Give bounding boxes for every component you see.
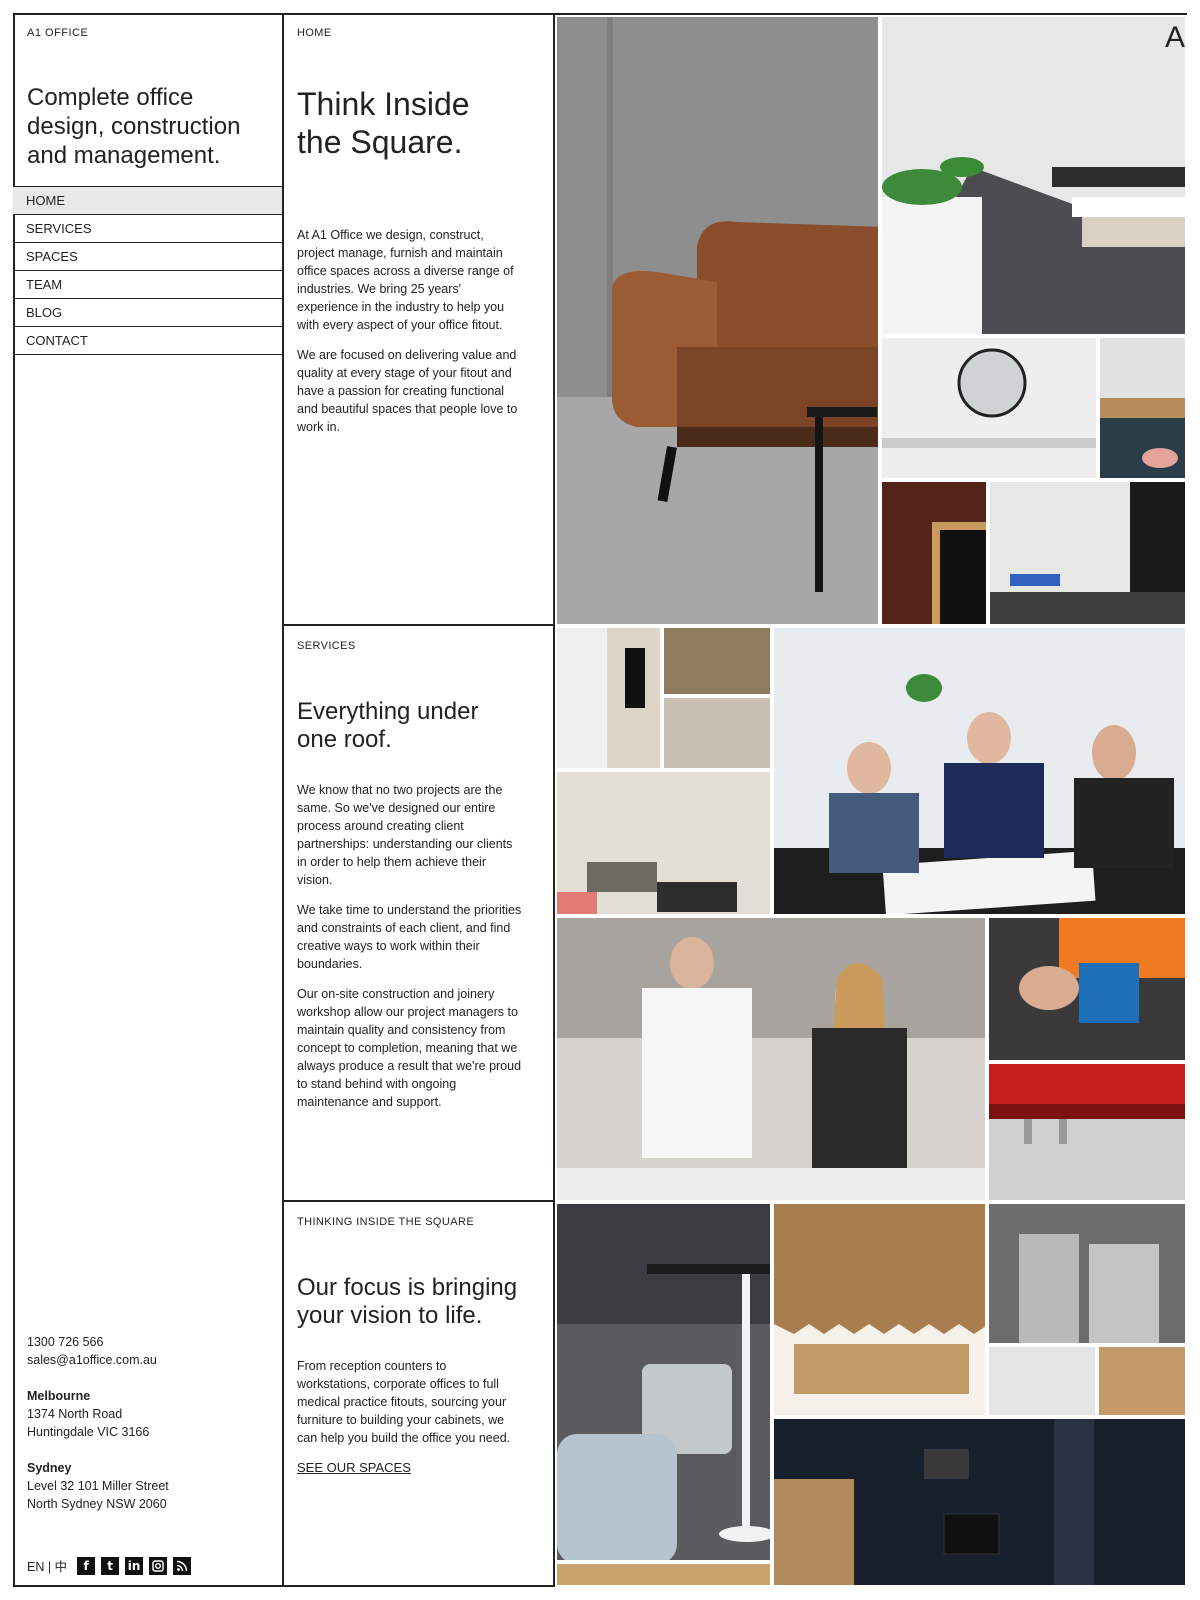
photo-team-meeting [772, 626, 1187, 916]
main-nav: HOME SERVICES SPACES TEAM BLOG CONTACT [13, 186, 282, 355]
melbourne-label: Melbourne [27, 1389, 91, 1403]
section-label-services: SERVICES [297, 640, 356, 652]
instagram-icon[interactable] [149, 1556, 168, 1575]
nav-item-team[interactable]: TEAM [13, 270, 282, 298]
nav-item-home[interactable]: HOME [13, 186, 282, 214]
photo-timber-cabinet [1097, 1345, 1187, 1417]
see-our-spaces-link[interactable]: SEE OUR SPACES [297, 1460, 411, 1475]
social-bar: EN | 中 f t in [27, 1556, 192, 1575]
photo-drill-worker [987, 916, 1187, 1062]
home-paragraph-1: At A1 Office we design, construct, proje… [297, 228, 514, 332]
home-body: At A1 Office we design, construct, proje… [297, 226, 522, 448]
nav-item-blog[interactable]: BLOG [13, 298, 282, 326]
facebook-icon[interactable]: f [77, 1556, 96, 1575]
rss-icon[interactable] [173, 1556, 192, 1575]
thinking-body: From reception counters to workstations,… [297, 1357, 522, 1477]
sydney-address-line1: Level 32 101 Miller Street [27, 1479, 169, 1493]
photo-cnc-machine [987, 1062, 1187, 1202]
section-label-thinking: THINKING INSIDE THE SQUARE [297, 1216, 475, 1228]
photo-leather-armchair [555, 15, 880, 626]
nav-item-spaces[interactable]: SPACES [13, 242, 282, 270]
services-body: We know that no two projects are the sam… [297, 781, 522, 1123]
photo-timber-strip [555, 1562, 772, 1587]
services-section: SERVICES Everything under one roof. We k… [284, 626, 555, 1202]
sidebar: A1 OFFICE Complete office design, constr… [13, 13, 284, 1587]
photo-corridor-lockers [988, 480, 1187, 626]
thinking-paragraph-1: From reception counters to workstations,… [297, 1359, 511, 1445]
sydney-label: Sydney [27, 1461, 72, 1475]
services-paragraph-1: We know that no two projects are the sam… [297, 783, 513, 887]
linkedin-icon[interactable]: in [125, 1556, 144, 1575]
thinking-title: Our focus is bringing your vision to lif… [297, 1274, 518, 1329]
photo-dark-interior [772, 1417, 1187, 1587]
photo-shelving [555, 626, 662, 770]
logo-mark: A1 [1165, 21, 1187, 54]
photo-timber-pendant-light [772, 1202, 987, 1417]
photo-metal-stools [987, 1202, 1187, 1345]
contact-block: 1300 726 566 sales@a1office.com.au Melbo… [27, 1333, 169, 1513]
twitter-icon[interactable]: t [101, 1556, 120, 1575]
section-label-home: HOME [297, 27, 332, 39]
home-title: Think Inside the Square. [297, 86, 470, 160]
brand-name[interactable]: A1 OFFICE [27, 27, 88, 39]
services-paragraph-2: We take time to understand the prioritie… [297, 903, 522, 971]
photo-designers-at-table [555, 916, 987, 1202]
nav-item-contact[interactable]: CONTACT [13, 326, 282, 355]
photo-material-samples [555, 770, 772, 916]
home-section: HOME Think Inside the Square. At A1 Offi… [284, 13, 555, 626]
nav-item-services[interactable]: SERVICES [13, 214, 282, 242]
photo-timber-samples [662, 626, 772, 696]
email-link[interactable]: sales@a1office.com.au [27, 1351, 169, 1369]
home-paragraph-2: We are focused on delivering value and q… [297, 348, 518, 434]
melbourne-address-line2: Huntingdale VIC 3166 [27, 1425, 150, 1439]
services-paragraph-3: Our on-site construction and joinery wor… [297, 987, 522, 1109]
photo-accessories [1098, 336, 1187, 480]
phone-number[interactable]: 1300 726 566 [27, 1333, 169, 1351]
photo-hands-samples [662, 696, 772, 770]
sydney-address-line2: North Sydney NSW 2060 [27, 1497, 167, 1511]
tagline: Complete office design, construction and… [27, 84, 241, 169]
melbourne-address-line1: 1374 North Road [27, 1407, 123, 1421]
photo-office-workstations: A1 [880, 15, 1187, 336]
photo-leather-detail [880, 480, 988, 626]
photo-drawer-handles [987, 1345, 1097, 1417]
photo-stools-table [555, 1202, 772, 1562]
photo-bathroom-mirrors [880, 336, 1098, 480]
thinking-section: THINKING INSIDE THE SQUARE Our focus is … [284, 1202, 555, 1587]
language-switcher[interactable]: EN | 中 [27, 1556, 67, 1575]
services-title: Everything under one roof. [297, 698, 479, 753]
